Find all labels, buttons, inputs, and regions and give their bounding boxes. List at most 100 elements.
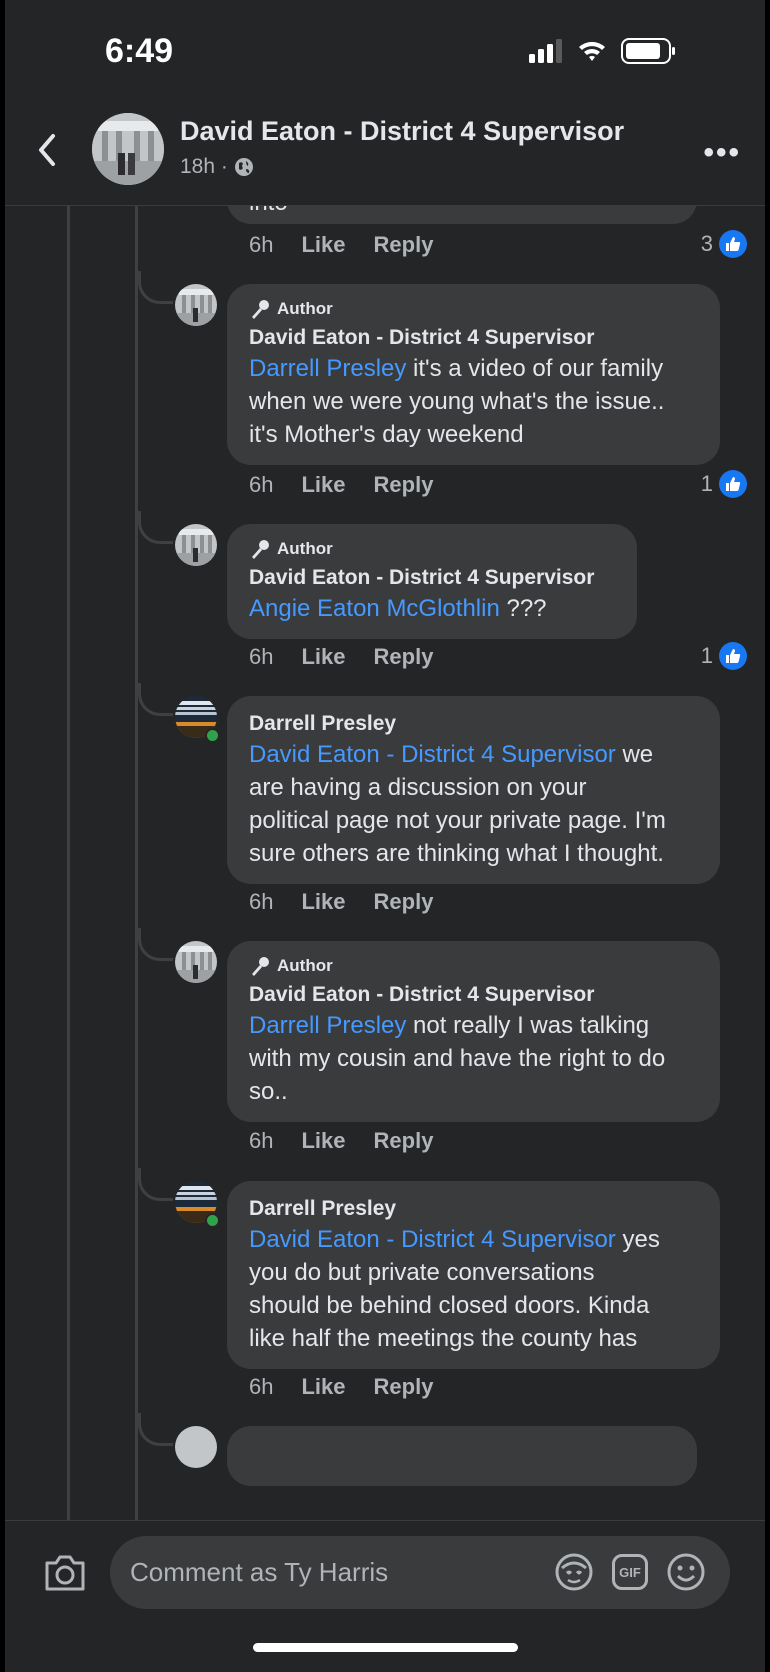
comment-time: 6h [249,1128,274,1153]
comment-bubble: Darrell Presley David Eaton - District 4… [227,696,720,884]
comment-time: 6h [249,1374,274,1399]
comment-bubble: Author David Eaton - District 4 Supervis… [227,284,720,465]
comment-time: 6h [249,472,274,497]
like-reaction-icon [719,230,747,258]
comment-author[interactable]: David Eaton - District 4 Supervisor [249,324,698,352]
battery-icon [621,38,675,64]
comment-author[interactable]: Darrell Presley [249,710,698,738]
like-button[interactable]: Like [301,472,345,498]
avatar[interactable] [175,1426,217,1468]
mention-link[interactable]: Darrell Presley [249,1012,406,1039]
reaction-count: 3 [700,231,713,256]
reply-connector [138,1168,173,1201]
comment-author[interactable]: Darrell Presley [249,1195,698,1223]
composer-actions: GIF [552,1550,708,1594]
comment-text-line: ??? [499,595,547,622]
comment-bubble: into [227,206,697,224]
comment-actions: 6h Like Reply [249,1128,433,1154]
comment-text-line: it's Mother's day weekend [249,421,524,448]
post-meta: 18h · [180,155,254,179]
page-avatar[interactable] [92,113,164,185]
comment-author[interactable]: David Eaton - District 4 Supervisor [249,981,698,1009]
status-time: 6:49 [105,32,174,70]
emoji-icon[interactable] [664,1550,708,1594]
comment-text-line: you do but private conversations [249,1259,595,1286]
avatar[interactable] [175,284,217,326]
like-button[interactable]: Like [301,889,345,915]
comment-text-line: sure others are thinking what I thought. [249,840,664,867]
comment-time: 6h [249,889,274,914]
mention-link[interactable]: David Eaton - District 4 Supervisor [249,741,616,768]
comment-actions: 6h Like Reply [249,644,433,670]
mention-link[interactable]: Darrell Presley [249,355,406,382]
like-button[interactable]: Like [301,1374,345,1400]
author-badge-label: Author [277,956,333,975]
comment-text: into [249,206,675,219]
comment-text-line: like half the meetings the county has [249,1325,638,1352]
camera-icon[interactable] [43,1553,87,1593]
like-reaction-icon [719,642,747,670]
home-indicator [253,1643,518,1652]
comment-text-line: should be behind closed doors. Kinda [249,1292,650,1319]
reply-button[interactable]: Reply [374,644,434,670]
mention-link[interactable]: David Eaton - District 4 Supervisor [249,1226,616,1253]
reply-button[interactable]: Reply [374,232,434,258]
comment-text: David Eaton - District 4 Supervisor we [249,738,698,771]
author-badge-label: Author [277,539,333,558]
reply-button[interactable]: Reply [374,472,434,498]
thread-line [135,206,138,1521]
like-button[interactable]: Like [301,232,345,258]
comment-time: 6h [249,644,274,669]
comment-text-line: with my cousin and have the right to do [249,1045,666,1072]
phone-screen: 6:49 David Eaton - District 4 Supervisor… [5,0,765,1672]
more-options-icon[interactable]: ••• [703,136,741,170]
like-button[interactable]: Like [301,1128,345,1154]
author-badge-label: Author [277,299,333,318]
comment-input-placeholder: Comment as Ty Harris [130,1557,389,1587]
like-reaction-icon [719,470,747,498]
comment-text: David Eaton - District 4 Supervisor yes [249,1223,698,1256]
mention-link[interactable]: Angie Eaton McGlothlin [249,595,500,622]
comment-bubble: Darrell Presley David Eaton - District 4… [227,1181,720,1369]
comment-actions: 6h Like Reply [249,1374,433,1400]
gif-icon[interactable]: GIF [612,1554,648,1590]
online-status-dot [205,1213,220,1228]
comment-text-line: are having a discussion on your [249,774,587,801]
reaction-summary[interactable]: 3 [701,230,747,258]
comment-bubble [227,1426,697,1486]
reply-button[interactable]: Reply [374,1374,434,1400]
comment-text-line: yes [615,1226,660,1253]
comment-text-line: it's a video of our family [406,355,664,382]
comment-actions: 6h Like Reply [249,232,433,258]
page-title[interactable]: David Eaton - District 4 Supervisor [180,116,624,147]
status-bar: 6:49 [5,0,765,100]
online-status-dot [205,728,220,743]
comment-actions: 6h Like Reply [249,472,433,498]
reaction-summary[interactable]: 1 [701,470,747,498]
comment-text: Darrell Presley not really I was talking [249,1009,698,1042]
comment-text-line: not really I was talking [406,1012,650,1039]
author-badge: Author [249,955,698,977]
comment-text-line: so.. [249,1078,288,1105]
reply-button[interactable]: Reply [374,1128,434,1154]
comment-author[interactable]: David Eaton - District 4 Supervisor [249,564,615,592]
comment-input[interactable]: Comment as Ty Harris GIF [110,1536,730,1609]
like-button[interactable]: Like [301,644,345,670]
comment-text: Darrell Presley it's a video of our fami… [249,352,698,385]
comment-bubble: Author David Eaton - District 4 Supervis… [227,524,637,639]
reply-connector [138,683,173,716]
comment-composer: Comment as Ty Harris GIF [5,1520,765,1672]
avatar-sticker-icon[interactable] [552,1550,596,1594]
comment-time: 6h [249,232,274,257]
back-chevron-icon[interactable] [35,130,59,170]
comment-text-line: we [615,741,654,768]
reaction-summary[interactable]: 1 [701,642,747,670]
avatar[interactable] [175,524,217,566]
microphone-icon [252,957,269,976]
avatar[interactable] [175,941,217,983]
comment-bubble: Author David Eaton - District 4 Supervis… [227,941,720,1122]
reply-button[interactable]: Reply [374,889,434,915]
post-time: 18h · [180,155,228,178]
post-header: David Eaton - District 4 Supervisor 18h … [5,100,765,206]
reply-connector [138,1413,173,1446]
